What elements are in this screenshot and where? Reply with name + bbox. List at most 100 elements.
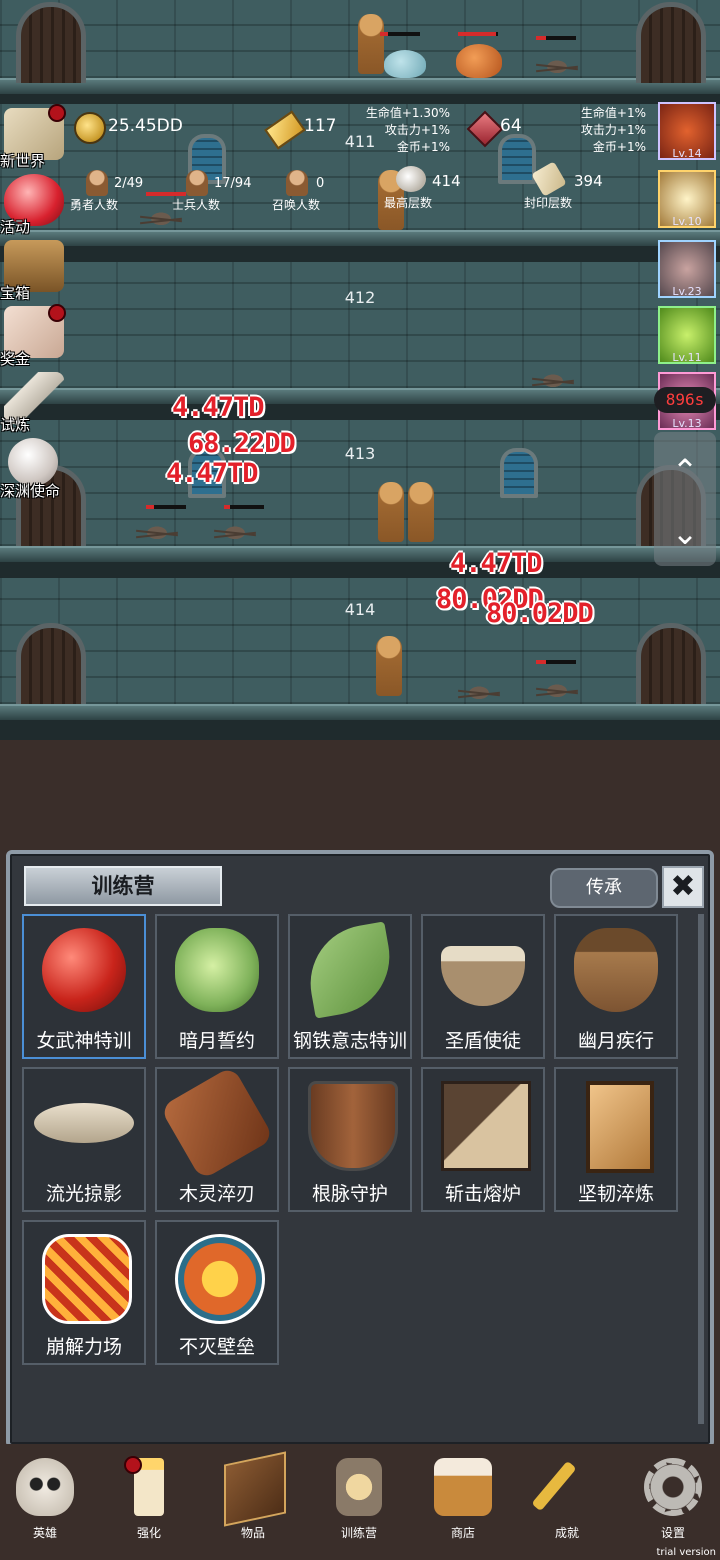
bottom-nav: 英雄 强化 物品 训练营 商店 成就 设置 trial version [0, 1444, 720, 1560]
box-buff-icon[interactable]: Lv.23 [658, 240, 716, 298]
buff-level: Lv.10 [672, 215, 702, 228]
side-menu-label: 新世界 [0, 152, 46, 170]
bowl-icon [441, 946, 525, 1006]
dungeon-ground [0, 740, 720, 850]
nav-label: 设置 [660, 1526, 685, 1540]
hero-sprite [358, 14, 384, 74]
training-item[interactable]: 暗月誓约 [155, 914, 279, 1059]
training-item[interactable]: 流光掠影 [22, 1067, 146, 1212]
summon-count: 0 [316, 176, 325, 191]
spider-enemy [462, 682, 496, 700]
candle-buff-icon[interactable]: Lv.10 [658, 170, 716, 228]
skull-icon [16, 1458, 74, 1516]
highest-floor-label: 最高层数 [384, 196, 433, 210]
nav-label: 物品 [240, 1526, 265, 1540]
side-menu-trial[interactable]: 试炼 [0, 368, 70, 440]
spider-enemy [540, 56, 574, 74]
slime-enemy [384, 50, 426, 78]
nav-enhance[interactable]: 强化 [104, 1452, 194, 1552]
damage-number: 4.47TD [172, 392, 265, 423]
apple-buff-icon[interactable]: Lv.14 [658, 102, 716, 160]
notification-dot [48, 304, 66, 322]
spider-enemy [536, 370, 570, 388]
highest-floor-value: 414 [432, 172, 461, 190]
training-item-label: 崩解力场 [45, 1336, 122, 1358]
training-camp-panel: 训练营 传承 ✖ 女武神特训 暗月誓约 钢铁意志特训 圣盾使徒 幽月疾行 流光掠… [6, 850, 714, 1448]
lantern-icon [336, 1458, 382, 1516]
dungeon-floor-414 [0, 578, 720, 704]
wood-shield-icon [308, 1081, 398, 1171]
nav-training-camp[interactable]: 训练营 [314, 1452, 404, 1552]
training-item[interactable]: 圣盾使徒 [421, 914, 545, 1059]
sun-disc-icon [175, 1234, 265, 1324]
sealed-floor-label: 封印层数 [524, 196, 573, 210]
training-item[interactable]: 幽月疾行 [554, 914, 678, 1059]
damage-number: 68.22DD [188, 428, 296, 459]
side-menu-event[interactable]: 活动 [0, 170, 70, 242]
lava-tile-icon [42, 1234, 132, 1324]
side-menu-new-world[interactable]: 新世界 [0, 104, 70, 176]
training-item-label: 暗月誓约 [178, 1030, 255, 1052]
training-item[interactable]: 钢铁意志特训 [288, 914, 412, 1059]
notification-dot [124, 1456, 142, 1474]
enemy-hp-bar [380, 32, 420, 36]
nav-label: 强化 [136, 1526, 161, 1540]
training-item[interactable]: 木灵淬刃 [155, 1065, 279, 1212]
dungeon-floor-412 [0, 262, 720, 388]
scroll-down-button[interactable]: ⌄ [654, 508, 716, 558]
side-menu-label: 活动 [0, 218, 31, 236]
damage-number: 80.02DD [486, 598, 594, 629]
side-menu-chest[interactable]: 宝箱 [0, 236, 70, 308]
training-item[interactable]: 不灭壁垒 [155, 1220, 279, 1365]
panel-scrollbar[interactable] [698, 914, 704, 1424]
training-item[interactable]: 坚韧淬炼 [554, 1067, 678, 1212]
nav-achievement[interactable]: 成就 [522, 1452, 612, 1552]
nav-hero[interactable]: 英雄 [0, 1452, 90, 1552]
nav-label: 训练营 [340, 1526, 377, 1540]
trial-version-text: trial version [656, 1547, 716, 1558]
hero-sprite [408, 482, 434, 542]
leaf-icon [301, 921, 399, 1019]
buff-level: Lv.13 [672, 417, 702, 430]
floor-gap [0, 246, 720, 262]
slime-enemy [456, 44, 502, 78]
training-item[interactable]: 斩击熔炉 [421, 1067, 545, 1212]
gem-amount: 64 [500, 116, 522, 136]
close-button[interactable]: ✖ [662, 866, 704, 908]
acorn-icon [574, 928, 658, 1012]
fish-bone-icon [34, 1103, 134, 1143]
spider-enemy [218, 522, 252, 540]
buff-level: Lv.23 [672, 285, 702, 298]
nav-label: 英雄 [32, 1526, 57, 1540]
training-item-label: 流光掠影 [45, 1183, 122, 1205]
slime-buff-icon[interactable]: Lv.11 [658, 306, 716, 364]
buff-level: Lv.11 [672, 351, 702, 364]
damage-number: 4.47TD [166, 458, 259, 489]
floor-number: 413 [344, 444, 376, 463]
pearl-icon [8, 438, 58, 486]
side-menu-bonus[interactable]: 奖金 [0, 302, 70, 374]
spider-enemy [140, 522, 174, 540]
sealed-floor-value: 394 [574, 172, 603, 190]
book-icon [224, 1451, 286, 1527]
dungeon-floor-413 [0, 420, 720, 546]
training-item-label: 根脉守护 [311, 1183, 388, 1205]
gear-icon [644, 1458, 702, 1516]
nav-settings[interactable]: 设置 [628, 1452, 718, 1552]
training-item[interactable]: 女武神特训 [22, 914, 146, 1059]
training-item-label: 斩击熔炉 [444, 1183, 521, 1205]
side-menu-label: 宝箱 [0, 284, 31, 302]
scroll-up-button[interactable]: ⌃ [654, 446, 716, 496]
nav-items[interactable]: 物品 [208, 1451, 298, 1552]
training-item[interactable]: 根脉守护 [288, 1067, 412, 1212]
legacy-button[interactable]: 传承 [550, 868, 658, 908]
side-menu-abyss-mission[interactable]: 深渊使命 [0, 434, 70, 506]
nav-shop[interactable]: 商店 [418, 1452, 508, 1552]
gold-amount: 117 [304, 116, 337, 136]
buff-coin-text: 金币+1% [396, 140, 450, 154]
key-icon [531, 1460, 577, 1512]
training-item-label: 女武神特训 [36, 1030, 132, 1052]
buff-hp-text: 生命值+1% [580, 106, 646, 120]
buff-atk-text: 攻击力+1% [580, 123, 646, 137]
training-item[interactable]: 崩解力场 [22, 1220, 146, 1365]
